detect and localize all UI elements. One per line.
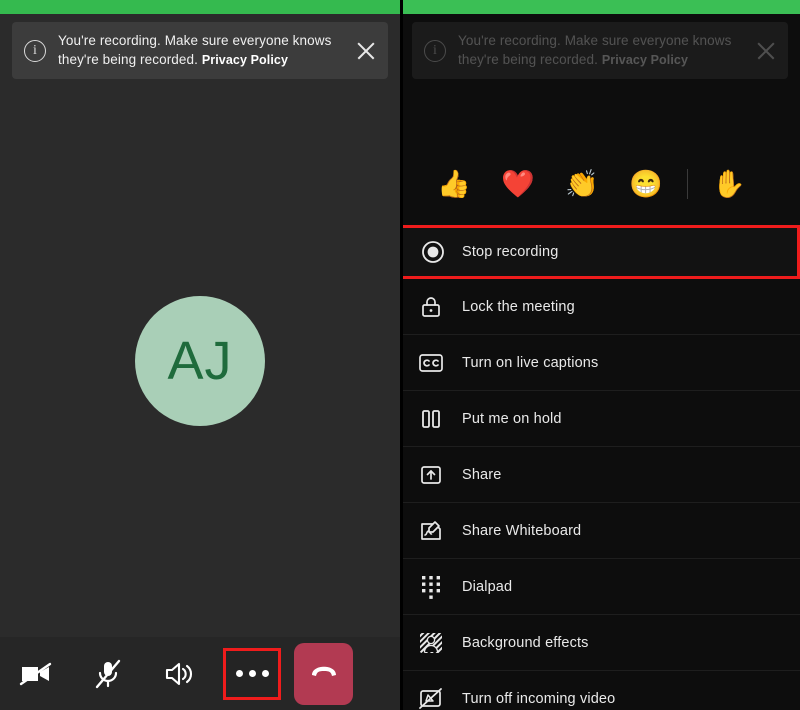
end-call-button[interactable] [294, 642, 353, 705]
more-options-wrapper [216, 637, 288, 710]
banner-message: You're recording. Make sure everyone kno… [58, 31, 346, 70]
recording-indicator-bar [0, 0, 400, 14]
heart-icon: ❤️ [501, 168, 535, 199]
more-horizontal-icon [261, 670, 269, 677]
info-icon: i [24, 39, 46, 62]
incoming-video-off-icon [400, 687, 462, 710]
menu-item-lock-meeting[interactable]: Lock the meeting [400, 279, 800, 335]
menu-item-incoming-video[interactable]: Turn off incoming video [400, 671, 800, 710]
close-icon[interactable] [752, 37, 780, 65]
raise-hand-icon: ✋ [712, 168, 746, 199]
background-effects-icon [400, 631, 462, 655]
applause-icon: 👏 [565, 168, 599, 199]
record-circle-icon [403, 240, 462, 264]
phone-hangup-icon [308, 662, 340, 685]
info-icon: i [424, 39, 446, 62]
reaction-laugh[interactable]: 😁 [614, 161, 678, 207]
right-panel-menu-view: i You're recording. Make sure everyone k… [400, 0, 800, 710]
menu-item-dialpad[interactable]: Dialpad [400, 559, 800, 615]
privacy-policy-link[interactable]: Privacy Policy [602, 53, 688, 67]
screenshot-root: i You're recording. Make sure everyone k… [0, 0, 800, 710]
camera-off-button[interactable] [0, 637, 72, 710]
menu-item-label: Put me on hold [462, 410, 562, 427]
menu-item-label: Turn off incoming video [462, 690, 616, 707]
reactions-row: 👍 ❤️ 👏 😁 ✋ [400, 152, 800, 216]
menu-item-label: Turn on live captions [462, 354, 599, 371]
more-horizontal-icon [248, 670, 256, 677]
more-options-menu: Stop recording Lock the meeting Turn on … [400, 225, 800, 710]
mic-off-button[interactable] [72, 637, 144, 710]
more-options-button[interactable] [223, 647, 281, 700]
menu-item-share-whiteboard[interactable]: Share Whiteboard [400, 503, 800, 559]
whiteboard-pen-icon [400, 519, 462, 543]
speaker-icon [164, 661, 196, 687]
privacy-policy-link[interactable]: Privacy Policy [202, 53, 288, 67]
dialpad-grid-icon [400, 574, 462, 600]
menu-item-live-captions[interactable]: Turn on live captions [400, 335, 800, 391]
pause-icon [400, 407, 462, 431]
avatar-initials: AJ [167, 331, 233, 391]
mic-off-icon [94, 659, 122, 689]
video-off-icon [19, 661, 53, 687]
reaction-raise-hand[interactable]: ✋ [697, 161, 761, 207]
banner-message-text: You're recording. Make sure everyone kno… [458, 33, 732, 67]
menu-item-label: Stop recording [462, 244, 559, 260]
menu-item-label: Share Whiteboard [462, 522, 582, 539]
lock-icon [400, 295, 462, 319]
avatar: AJ [135, 296, 265, 426]
banner-message: You're recording. Make sure everyone kno… [458, 31, 746, 70]
close-icon[interactable] [352, 37, 380, 65]
speaker-button[interactable] [144, 637, 216, 710]
menu-item-background-effects[interactable]: Background effects [400, 615, 800, 671]
reactions-separator [687, 169, 688, 199]
video-stage: AJ [0, 96, 400, 626]
menu-item-label: Share [462, 466, 502, 483]
reaction-applause[interactable]: 👏 [550, 161, 614, 207]
menu-item-label: Lock the meeting [462, 298, 575, 315]
menu-item-label: Dialpad [462, 578, 513, 595]
banner-message-text: You're recording. Make sure everyone kno… [58, 33, 332, 67]
meeting-control-bar [0, 637, 400, 710]
share-upload-icon [400, 463, 462, 487]
menu-item-put-on-hold[interactable]: Put me on hold [400, 391, 800, 447]
more-horizontal-icon [235, 670, 243, 677]
closed-caption-icon [400, 352, 462, 374]
menu-item-label: Background effects [462, 634, 589, 651]
recording-notification-banner: i You're recording. Make sure everyone k… [412, 22, 788, 79]
panel-divider [400, 0, 403, 710]
reaction-thumbs-up[interactable]: 👍 [422, 161, 486, 207]
laugh-icon: 😁 [629, 168, 663, 199]
left-panel-meeting-view: i You're recording. Make sure everyone k… [0, 0, 400, 710]
menu-item-share[interactable]: Share [400, 447, 800, 503]
thumbs-up-icon: 👍 [437, 168, 471, 199]
reaction-heart[interactable]: ❤️ [486, 161, 550, 207]
recording-notification-banner: i You're recording. Make sure everyone k… [12, 22, 388, 79]
recording-indicator-bar [400, 0, 800, 14]
menu-item-stop-recording[interactable]: Stop recording [400, 225, 800, 279]
